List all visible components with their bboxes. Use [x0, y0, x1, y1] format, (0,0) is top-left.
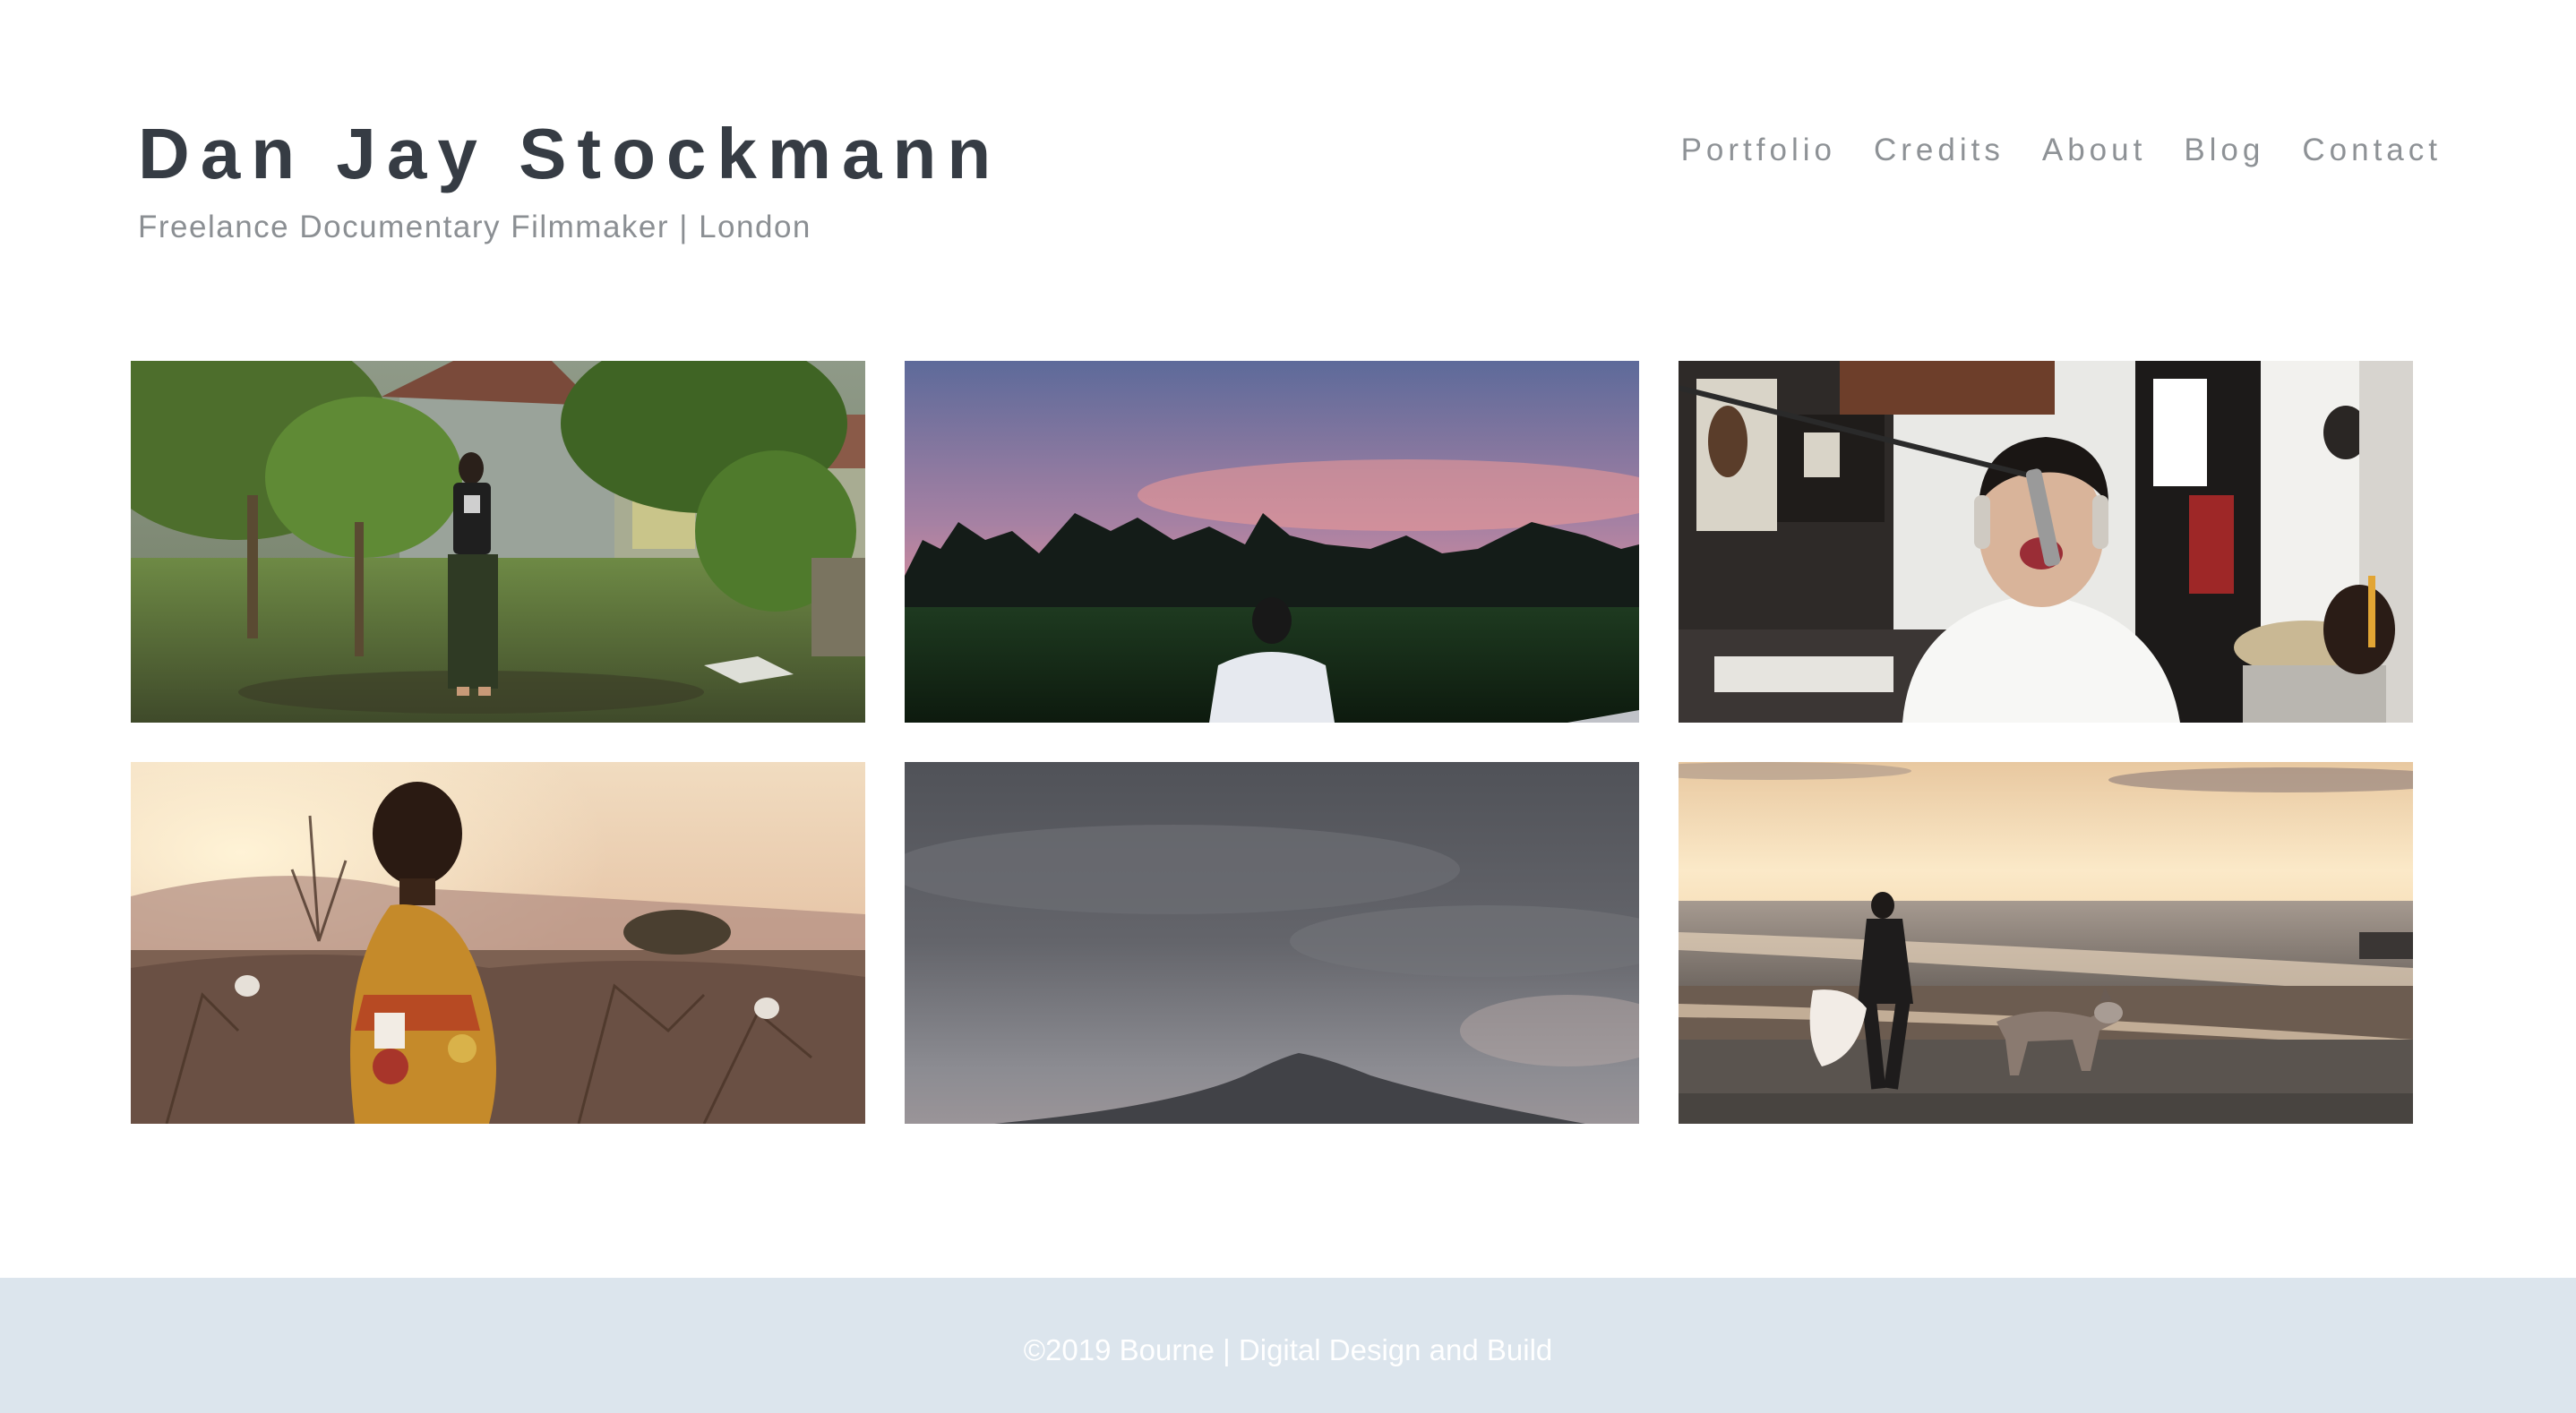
site-footer: ©2019 Bourne | Digital Design and Build [0, 1278, 2576, 1413]
main-nav: Portfolio Credits About Blog Contact [1681, 133, 2442, 168]
portfolio-tile-sunset-field[interactable] [905, 361, 1639, 723]
site-title[interactable]: Dan Jay Stockmann [138, 115, 1001, 193]
portfolio-tile-garden[interactable] [131, 361, 865, 723]
nav-item-contact[interactable]: Contact [2302, 133, 2442, 168]
nav-item-portfolio[interactable]: Portfolio [1681, 133, 1836, 168]
portfolio-tile-beach-dog[interactable] [1679, 762, 2413, 1124]
page: Dan Jay Stockmann Freelance Documentary … [0, 0, 2576, 1413]
garden-thumbnail-image [131, 361, 865, 723]
portfolio-tile-mountain[interactable] [905, 762, 1639, 1124]
nav-item-blog[interactable]: Blog [2184, 133, 2264, 168]
portfolio-tile-child-sunrise[interactable] [131, 762, 865, 1124]
sunset-field-thumbnail-image [905, 361, 1639, 723]
mountain-thumbnail-image [905, 762, 1639, 1124]
nav-item-about[interactable]: About [2042, 133, 2146, 168]
singer-thumbnail-image [1679, 361, 2413, 723]
beach-dog-thumbnail-image [1679, 762, 2413, 1124]
portfolio-grid [131, 361, 2413, 1124]
child-sunrise-thumbnail-image [131, 762, 865, 1124]
nav-item-credits[interactable]: Credits [1874, 133, 2005, 168]
site-tagline: Freelance Documentary Filmmaker | London [138, 210, 811, 244]
portfolio-tile-singer[interactable] [1679, 361, 2413, 723]
footer-copyright: ©2019 Bourne | Digital Design and Build [1023, 1333, 1553, 1366]
